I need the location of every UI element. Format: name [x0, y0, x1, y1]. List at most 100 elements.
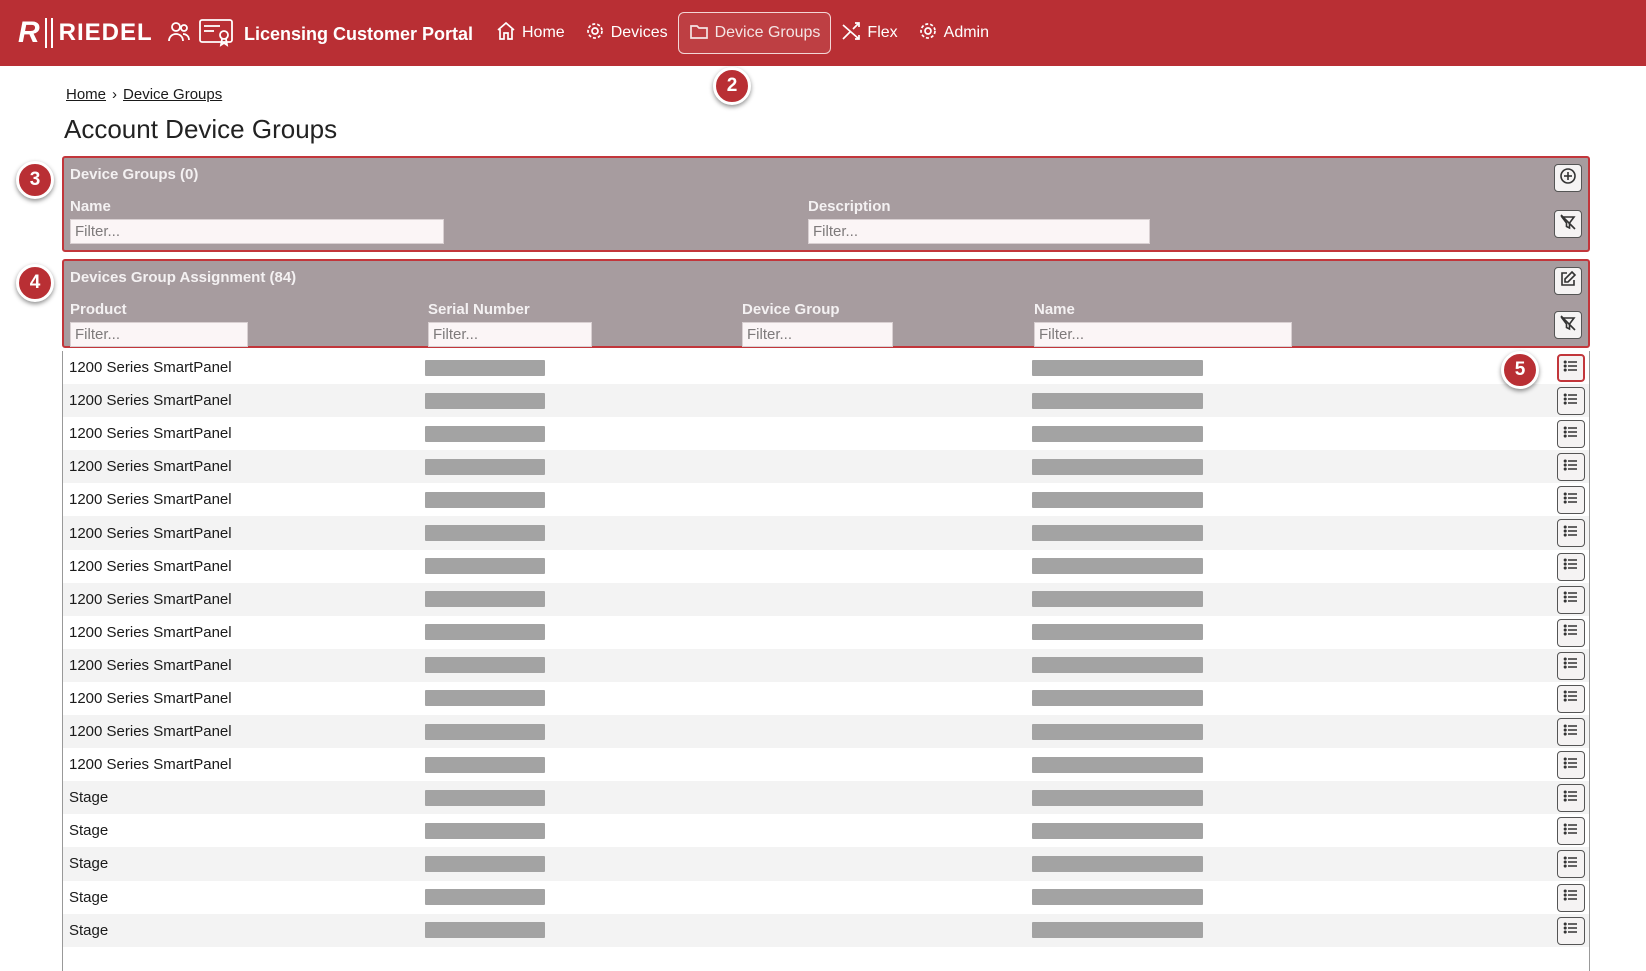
nav-devices[interactable]: Devices — [575, 12, 678, 54]
nav-admin-label: Admin — [943, 24, 990, 41]
table-row[interactable]: 1200 Series SmartPanel — [63, 582, 1589, 616]
list-icon — [1563, 622, 1579, 643]
serial-number-redacted — [425, 525, 545, 542]
breadcrumb-device-groups-link[interactable]: Device Groups — [123, 86, 222, 103]
breadcrumb: Home › Device Groups — [66, 86, 222, 103]
row-details-button[interactable] — [1557, 552, 1585, 581]
license-certificate-icon — [198, 17, 234, 52]
row-details-button[interactable] — [1557, 883, 1585, 912]
list-icon — [1563, 788, 1579, 809]
row-details-button[interactable] — [1557, 784, 1585, 813]
product-cell: 1200 Series SmartPanel — [69, 756, 232, 774]
row-details-button[interactable] — [1557, 519, 1585, 548]
product-cell: 1200 Series SmartPanel — [69, 689, 232, 707]
row-details-button[interactable] — [1557, 817, 1585, 846]
table-row[interactable]: 1200 Series SmartPanel — [63, 682, 1589, 715]
list-icon — [1563, 457, 1579, 478]
table-row[interactable]: Stage — [63, 913, 1589, 947]
column-label-serial-number: Serial Number — [428, 301, 530, 318]
row-details-button[interactable] — [1557, 585, 1585, 614]
row-details-button[interactable] — [1557, 850, 1585, 879]
riedel-logo[interactable]: R RIEDEL — [18, 16, 153, 50]
breadcrumb-home-link[interactable]: Home — [66, 86, 106, 103]
edit-assignment-button[interactable] — [1554, 267, 1582, 295]
row-details-button[interactable] — [1557, 916, 1585, 945]
portal-title: Licensing Customer Portal — [244, 23, 474, 44]
list-icon — [1563, 920, 1579, 941]
gear-icon — [585, 21, 605, 46]
column-label-device-group: Device Group — [742, 301, 840, 318]
nav-device-groups-label: Device Groups — [714, 24, 821, 41]
product-filter-input[interactable] — [70, 322, 248, 347]
product-cell: 1200 Series SmartPanel — [69, 590, 232, 608]
row-details-button[interactable] — [1557, 387, 1585, 416]
callout-badge-3: 3 — [16, 161, 54, 199]
clear-filters-button[interactable] — [1554, 210, 1582, 238]
page-title: Account Device Groups — [64, 114, 338, 144]
device-name-redacted — [1032, 855, 1203, 872]
product-cell: Stage — [69, 822, 109, 840]
serial-number-redacted — [425, 392, 545, 409]
nav-devices-label: Devices — [610, 24, 668, 41]
row-details-button[interactable] — [1557, 618, 1585, 647]
chevron-right-icon: › — [112, 86, 118, 103]
nav-home[interactable]: Home — [486, 12, 575, 54]
portal-brand[interactable]: Licensing Customer Portal — [166, 18, 473, 50]
table-row[interactable]: Stage — [63, 881, 1589, 914]
table-row[interactable]: 1200 Series SmartPanel — [63, 648, 1589, 682]
table-row[interactable]: Stage — [63, 847, 1589, 881]
row-details-button[interactable] — [1557, 751, 1585, 780]
table-row[interactable]: 1200 Series SmartPanel — [63, 450, 1589, 484]
filter-clear-icon — [1559, 314, 1577, 337]
table-row[interactable]: 1200 Series SmartPanel — [63, 616, 1589, 649]
table-row[interactable]: 1200 Series SmartPanel — [63, 550, 1589, 583]
row-details-button[interactable] — [1557, 486, 1585, 515]
description-filter-input[interactable] — [808, 219, 1150, 244]
device-name-redacted — [1032, 657, 1203, 674]
clear-assignment-filters-button[interactable] — [1554, 311, 1582, 339]
filter-clear-icon — [1559, 213, 1577, 236]
table-row[interactable]: 1200 Series SmartPanel — [63, 516, 1589, 550]
folder-icon — [689, 21, 709, 46]
table-row[interactable]: 1200 Series SmartPanel — [63, 748, 1589, 781]
table-row[interactable]: Stage — [63, 781, 1589, 815]
table-row[interactable]: 1200 Series SmartPanel — [63, 715, 1589, 749]
list-icon — [1563, 490, 1579, 511]
serial-number-redacted — [425, 756, 545, 773]
device-name-filter-input[interactable] — [1034, 322, 1292, 347]
nav-device-groups[interactable]: Device Groups — [677, 12, 832, 54]
list-icon — [1563, 722, 1579, 743]
serial-number-redacted — [425, 558, 545, 575]
device-assignment-table: 1200 Series SmartPanel 1200 Series SmartP… — [62, 351, 1590, 971]
table-row[interactable]: 1200 Series SmartPanel — [63, 483, 1589, 516]
row-details-button[interactable] — [1557, 420, 1585, 449]
row-details-button[interactable] — [1557, 684, 1585, 713]
table-row[interactable]: Stage — [63, 814, 1589, 847]
table-row[interactable]: 1200 Series SmartPanel — [63, 417, 1589, 450]
product-cell: Stage — [69, 789, 109, 807]
name-filter-input[interactable] — [70, 219, 444, 244]
product-cell: Stage — [69, 888, 109, 906]
device-group-filter-input[interactable] — [742, 322, 893, 347]
device-name-redacted — [1032, 690, 1203, 707]
table-row[interactable]: 1200 Series SmartPanel — [63, 351, 1589, 384]
add-device-group-button[interactable] — [1554, 164, 1582, 192]
serial-number-redacted — [425, 690, 545, 707]
row-details-button[interactable] — [1557, 354, 1585, 382]
product-cell: 1200 Series SmartPanel — [69, 359, 232, 377]
serial-number-redacted — [425, 723, 545, 740]
assignment-title: Devices Group Assignment (84) — [70, 269, 297, 286]
row-details-button[interactable] — [1557, 453, 1585, 482]
row-details-button[interactable] — [1557, 651, 1585, 680]
list-icon — [1563, 424, 1579, 445]
nav-flex[interactable]: Flex — [831, 12, 907, 54]
product-cell: 1200 Series SmartPanel — [69, 425, 232, 443]
table-row[interactable]: 1200 Series SmartPanel — [63, 384, 1589, 418]
nav-admin[interactable]: Admin — [908, 12, 999, 54]
list-icon — [1563, 887, 1579, 908]
serial-number-filter-input[interactable] — [428, 322, 592, 347]
device-name-redacted — [1032, 624, 1203, 641]
row-details-button[interactable] — [1557, 718, 1585, 747]
serial-number-redacted — [425, 657, 545, 674]
device-groups-panel: Device Groups (0) Name Description — [62, 156, 1590, 252]
